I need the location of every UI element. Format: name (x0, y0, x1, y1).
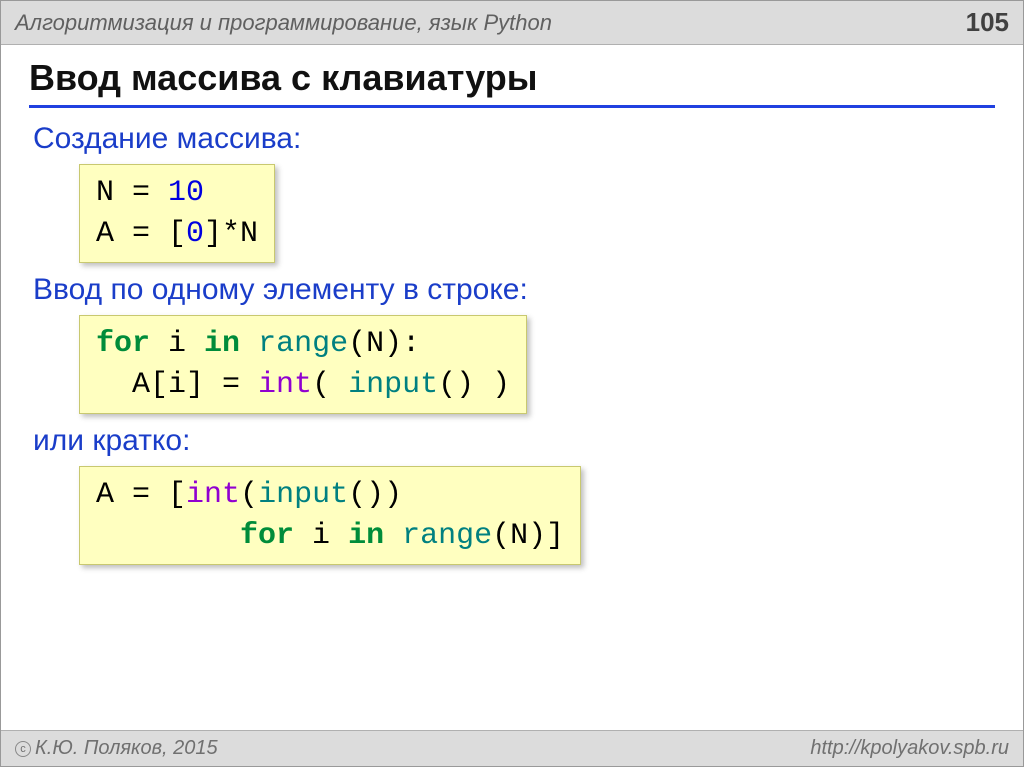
footer-bar: cК.Ю. Поляков, 2015 http://kpolyakov.spb… (1, 730, 1023, 766)
code-builtin: int (186, 478, 240, 512)
header-bar: Алгоритмизация и программирование, язык … (1, 1, 1023, 45)
code-builtin: int (258, 368, 312, 402)
copyright-icon: c (15, 741, 31, 757)
code-text: A (96, 478, 114, 512)
page-number: 105 (966, 7, 1009, 38)
code-text: N (96, 176, 114, 210)
code-text: i (150, 327, 204, 361)
code-text: ( (240, 478, 258, 512)
code-text: A (96, 217, 114, 251)
code-number: 0 (186, 217, 204, 251)
copyright-text: К.Ю. Поляков, 2015 (35, 737, 218, 759)
code-text: = (114, 176, 168, 210)
code-text: (N)] (492, 519, 564, 553)
code-keyword: in (204, 327, 240, 361)
code-keyword: for (96, 327, 150, 361)
code-text: (N): (348, 327, 420, 361)
code-text (240, 327, 258, 361)
breadcrumb: Алгоритмизация и программирование, язык … (15, 10, 552, 36)
code-block-3: A = [int(input()) for i in range(N)] (79, 466, 581, 565)
slide-content: Ввод массива с клавиатуры Создание масси… (1, 45, 1023, 565)
code-text: = [ (114, 478, 186, 512)
section1-heading: Создание массива: (33, 122, 995, 156)
code-builtin: range (258, 327, 348, 361)
code-number: 10 (168, 176, 204, 210)
code-builtin: input (348, 368, 438, 402)
code-text: = [ (114, 217, 186, 251)
section2-heading: Ввод по одному элементу в строке: (33, 273, 995, 307)
code-builtin: range (402, 519, 492, 553)
code-text: () ) (438, 368, 510, 402)
code-text: ( (312, 368, 348, 402)
code-text (96, 519, 240, 553)
code-builtin: input (258, 478, 348, 512)
code-block-1: N = 10 A = [0]*N (79, 164, 275, 263)
code-keyword: for (240, 519, 294, 553)
code-text: ()) (348, 478, 402, 512)
code-text: = (204, 368, 258, 402)
copyright: cК.Ю. Поляков, 2015 (15, 737, 218, 760)
code-text: ]*N (204, 217, 258, 251)
code-block-2: for i in range(N): A[i] = int( input() ) (79, 315, 527, 414)
code-text: A[i] (96, 368, 204, 402)
page-title: Ввод массива с клавиатуры (29, 57, 995, 108)
code-keyword: in (348, 519, 384, 553)
code-text: i (294, 519, 348, 553)
section3-heading: или кратко: (33, 424, 995, 458)
code-text (384, 519, 402, 553)
footer-url: http://kpolyakov.spb.ru (810, 737, 1009, 760)
